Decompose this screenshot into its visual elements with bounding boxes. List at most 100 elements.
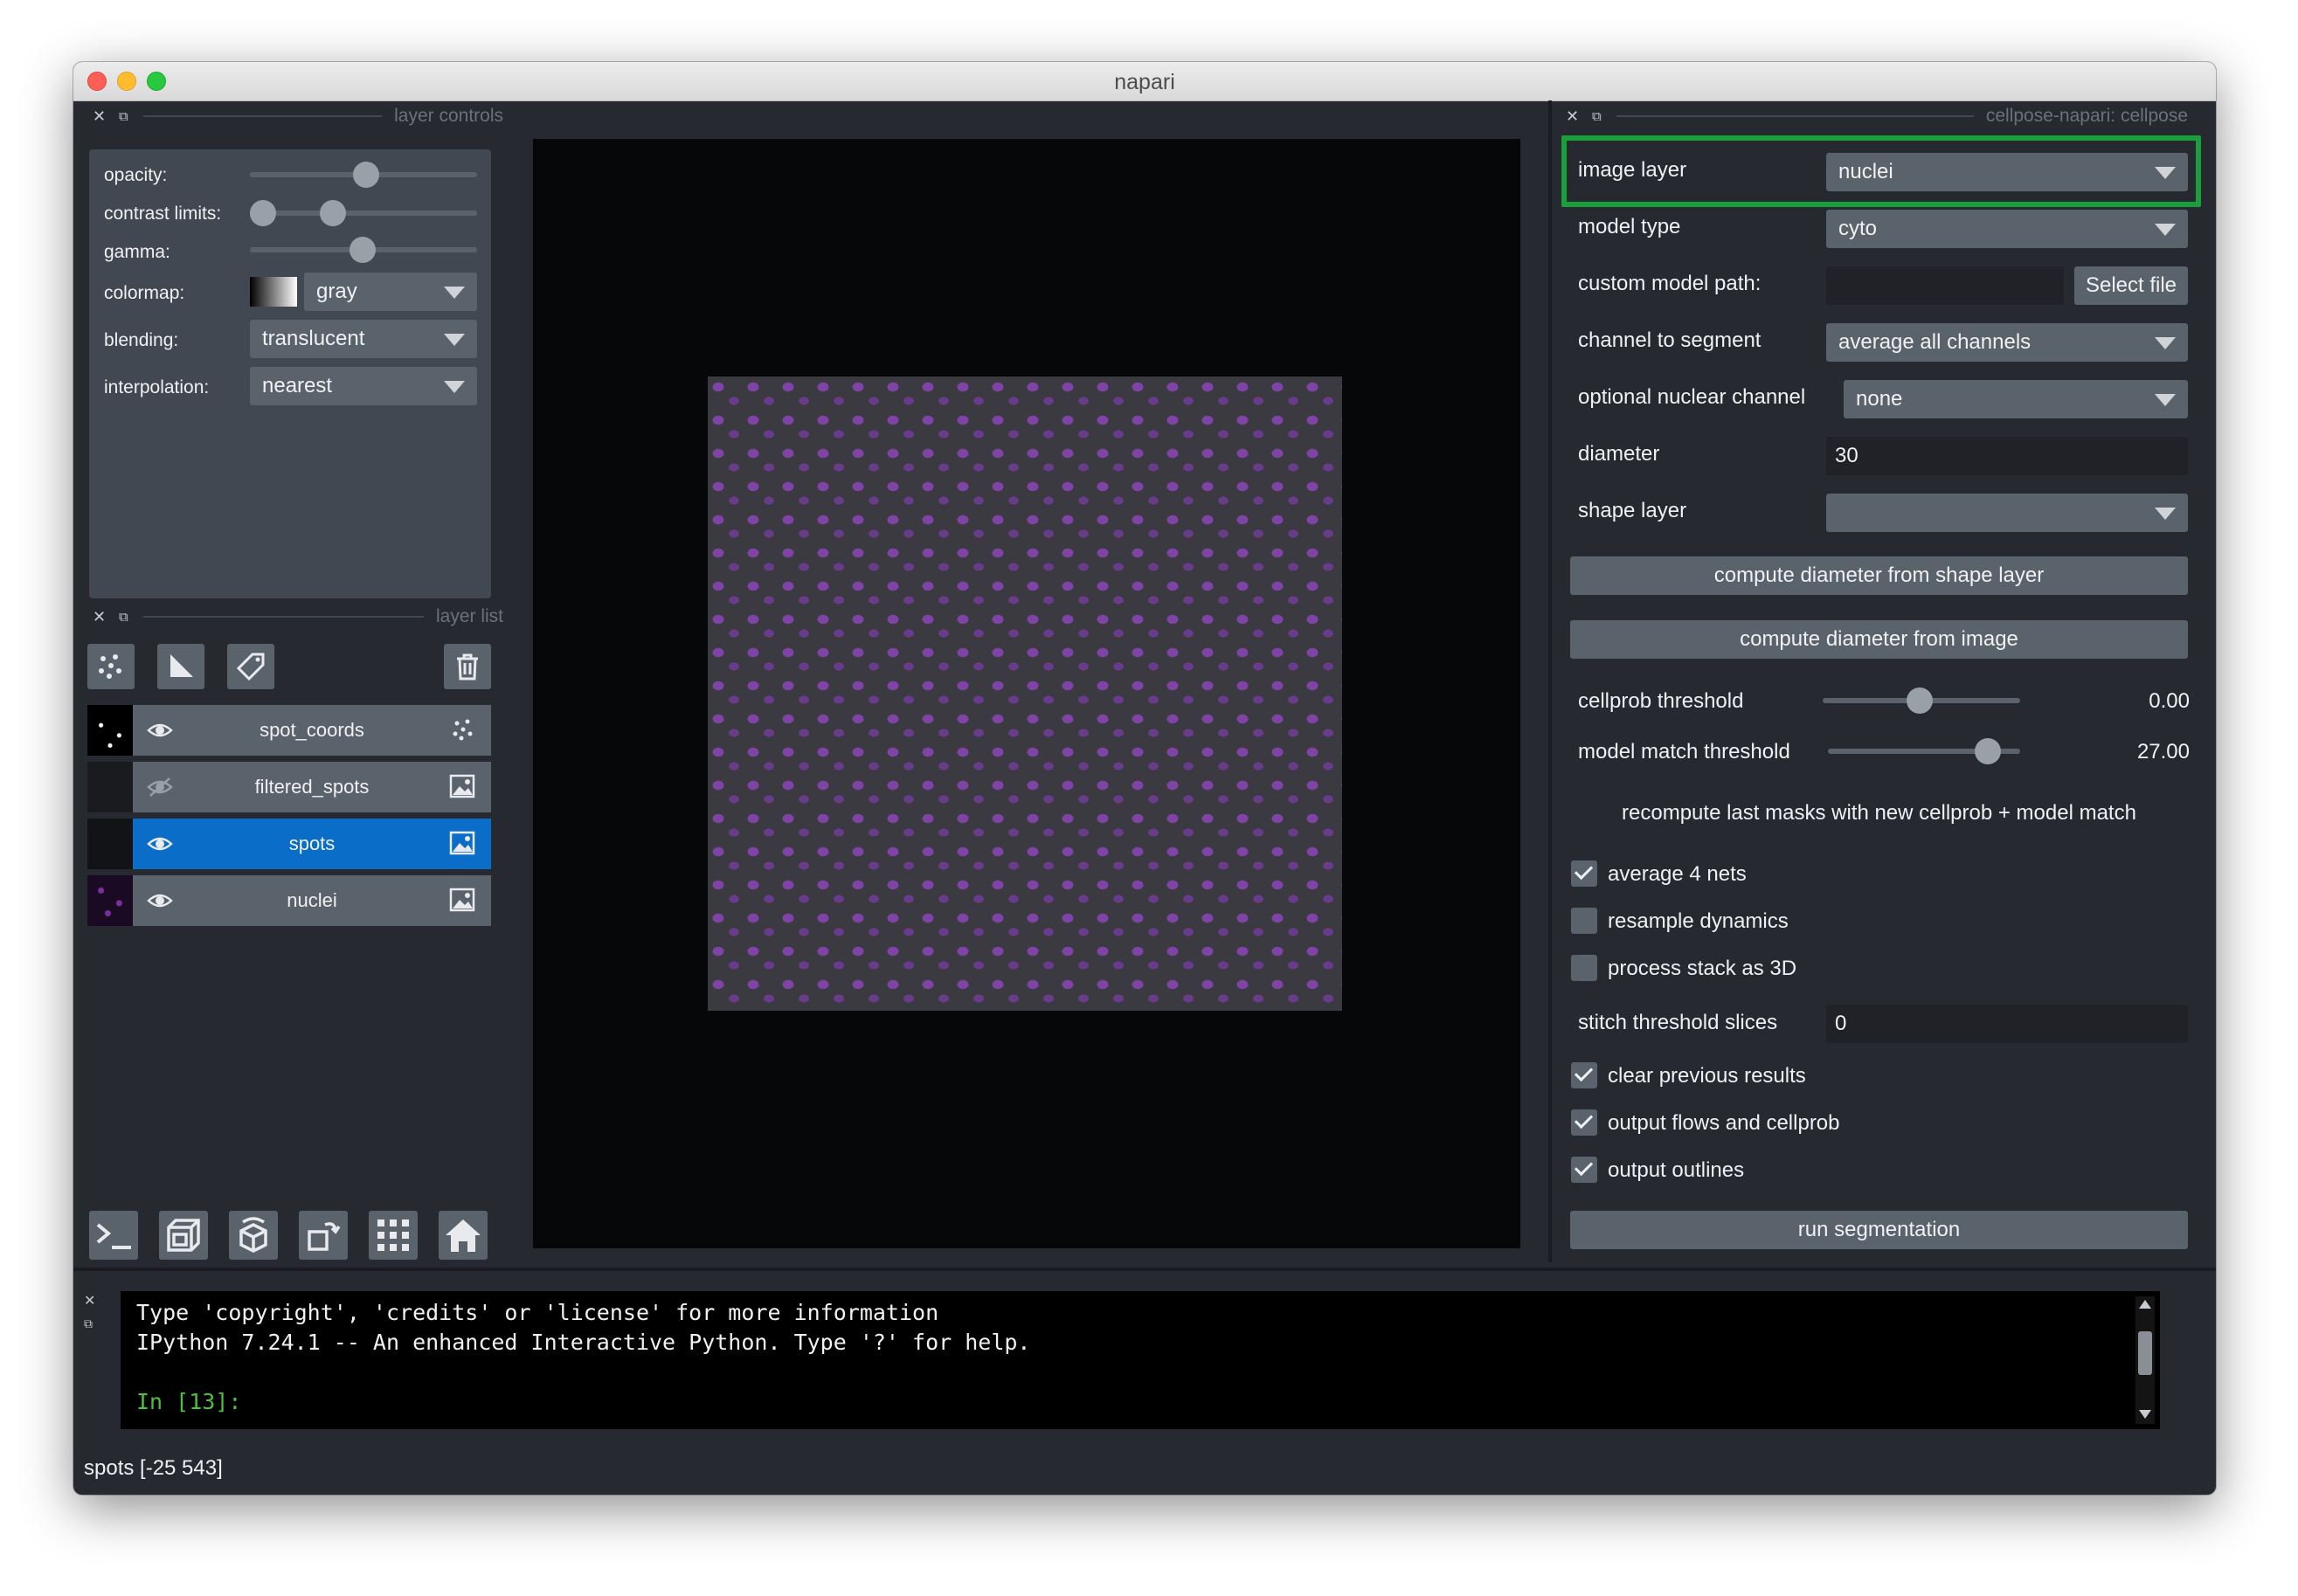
layer-item[interactable]: nuclei — [133, 875, 491, 926]
contrast-max-handle[interactable] — [320, 200, 346, 226]
console-scrollbar[interactable] — [2135, 1296, 2155, 1424]
transpose-icon — [308, 1222, 341, 1251]
chevron-down-icon — [444, 287, 465, 299]
layer-name[interactable]: nuclei — [194, 875, 430, 926]
layer-thumbnail — [87, 762, 133, 812]
layer-list-title: layer list — [435, 606, 503, 626]
layer-name[interactable]: spot_coords — [194, 705, 430, 756]
diameter-input[interactable]: 30 — [1826, 437, 2188, 475]
cellprob-slider-handle[interactable] — [1906, 687, 1933, 714]
recompute-masks-button[interactable]: recompute last masks with new cellprob +… — [1570, 801, 2188, 826]
chevron-down-icon — [2155, 508, 2176, 520]
model-type-label: model type — [1578, 215, 1681, 238]
layer-item[interactable]: spot_coords — [133, 705, 491, 756]
layer-item[interactable]: filtered_spots — [133, 762, 491, 812]
layer-row[interactable]: nuclei — [87, 875, 491, 926]
blending-label: blending: — [104, 330, 179, 350]
grid-view-button[interactable] — [369, 1211, 418, 1260]
new-shapes-layer-button[interactable] — [157, 644, 204, 689]
gamma-label: gamma: — [104, 242, 170, 262]
output-flows-label: output flows and cellprob — [1608, 1111, 1840, 1135]
layer-name[interactable]: filtered_spots — [194, 762, 430, 812]
home-button[interactable] — [439, 1211, 488, 1260]
dock-float-icon[interactable]: ⧉ — [1592, 109, 1604, 124]
resample-dynamics-checkbox[interactable] — [1571, 908, 1597, 934]
custom-model-path-input[interactable] — [1826, 266, 2064, 305]
stitch-threshold-label: stitch threshold slices — [1578, 1011, 1778, 1034]
average-4-nets-checkbox[interactable] — [1571, 860, 1597, 887]
interpolation-value: nearest — [262, 374, 333, 397]
scroll-up-icon[interactable] — [2139, 1300, 2151, 1309]
nuclear-channel-dropdown[interactable]: none — [1844, 380, 2188, 418]
new-points-layer-button[interactable] — [87, 644, 135, 689]
gamma-slider-handle[interactable] — [350, 237, 376, 263]
clear-previous-checkbox[interactable] — [1571, 1062, 1597, 1088]
scroll-down-icon[interactable] — [2139, 1410, 2151, 1419]
select-file-button[interactable]: Select file — [2074, 266, 2188, 305]
layer-row[interactable]: spots — [87, 819, 491, 869]
visibility-toggle[interactable] — [147, 777, 173, 802]
stitch-threshold-input[interactable]: 0 — [1826, 1005, 2188, 1043]
console-close-icon[interactable]: ✕ — [84, 1292, 95, 1309]
console-button[interactable] — [89, 1211, 138, 1260]
new-labels-layer-button[interactable] — [227, 644, 274, 689]
contrast-limits-slider[interactable] — [250, 211, 477, 216]
diameter-label: diameter — [1578, 442, 1660, 466]
dock-close-icon[interactable]: ✕ — [1566, 107, 1579, 126]
chevron-down-icon — [2155, 224, 2176, 236]
channel-dropdown[interactable]: average all channels — [1826, 323, 2188, 362]
delete-layer-button[interactable] — [444, 644, 491, 689]
interpolation-dropdown[interactable]: nearest — [250, 367, 477, 405]
trash-icon — [457, 653, 478, 681]
dock-splitter[interactable] — [1548, 100, 1552, 1262]
layer-type-indicator — [449, 831, 475, 860]
napari-window: napari ✕ ⧉ layer controls opacity: contr… — [73, 62, 2216, 1495]
scrollbar-thumb[interactable] — [2138, 1331, 2152, 1375]
layer-controls-dock-header: ✕ ⧉ layer controls — [93, 103, 503, 129]
dock-close-icon[interactable]: ✕ — [93, 608, 106, 626]
layer-row[interactable]: spot_coords — [87, 705, 491, 756]
nuclear-channel-label: optional nuclear channel — [1578, 385, 1806, 409]
shape-layer-label: shape layer — [1578, 499, 1687, 522]
run-segmentation-button[interactable]: run segmentation — [1570, 1211, 2188, 1249]
visibility-toggle[interactable] — [147, 890, 173, 915]
dock-float-icon[interactable]: ⧉ — [119, 610, 131, 625]
compute-diameter-image-button[interactable]: compute diameter from image — [1570, 620, 2188, 659]
colormap-dropdown[interactable]: gray — [304, 273, 477, 311]
cellprob-threshold-label: cellprob threshold — [1578, 689, 1744, 713]
home-icon — [446, 1219, 481, 1252]
console-prompt: In [13]: — [136, 1389, 242, 1414]
output-outlines-checkbox[interactable] — [1571, 1157, 1597, 1183]
contrast-min-handle[interactable] — [250, 200, 276, 226]
ipython-console[interactable]: Type 'copyright', 'credits' or 'license'… — [121, 1291, 2160, 1429]
ndisplay-button[interactable] — [159, 1211, 208, 1260]
blending-dropdown[interactable]: translucent — [250, 320, 477, 358]
model-type-dropdown[interactable]: cyto — [1826, 210, 2188, 248]
compute-diameter-shape-button[interactable]: compute diameter from shape layer — [1570, 556, 2188, 595]
model-match-slider-handle[interactable] — [1974, 738, 2001, 764]
contrast-limits-label: contrast limits: — [104, 204, 222, 224]
shape-layer-dropdown[interactable] — [1826, 494, 2188, 532]
layer-name[interactable]: spots — [194, 819, 430, 869]
eye-icon — [147, 894, 173, 908]
visibility-toggle[interactable] — [147, 833, 173, 859]
nuclei-image — [708, 377, 1342, 1011]
visibility-toggle[interactable] — [147, 720, 173, 745]
dock-close-icon[interactable]: ✕ — [93, 107, 106, 126]
roll-dims-button[interactable] — [229, 1211, 278, 1260]
console-line: IPython 7.24.1 -- An enhanced Interactiv… — [136, 1330, 1031, 1355]
opacity-slider-handle[interactable] — [353, 162, 379, 188]
image-layer-dropdown[interactable]: nuclei — [1826, 153, 2188, 191]
layer-type-indicator — [449, 774, 475, 803]
output-flows-checkbox[interactable] — [1571, 1109, 1597, 1136]
chevron-down-icon — [2155, 167, 2176, 179]
transpose-dims-button[interactable] — [299, 1211, 348, 1260]
console-splitter[interactable] — [73, 1268, 2216, 1271]
layer-item[interactable]: spots — [133, 819, 491, 869]
layer-row[interactable]: filtered_spots — [87, 762, 491, 812]
dock-float-icon[interactable]: ⧉ — [119, 109, 131, 124]
process-stack-3d-checkbox[interactable] — [1571, 955, 1597, 981]
image-layer-label: image layer — [1578, 158, 1687, 182]
console-float-icon[interactable]: ⧉ — [84, 1316, 93, 1331]
layer-thumbnail — [87, 875, 133, 926]
